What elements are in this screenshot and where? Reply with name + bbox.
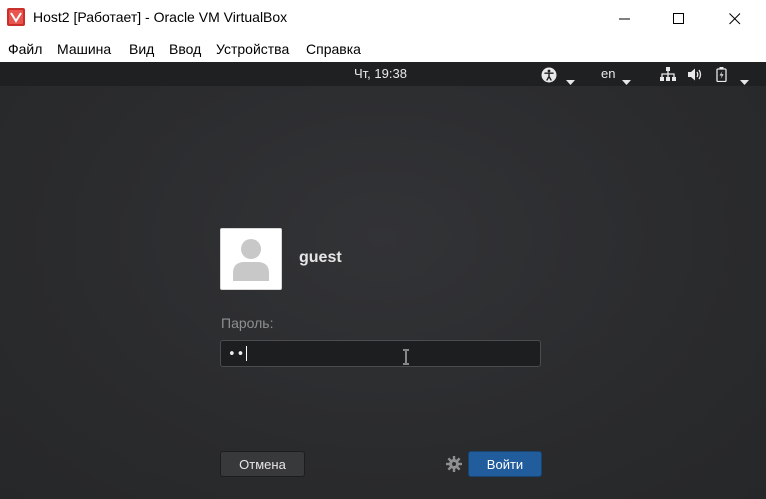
language-menu-chevron-down-icon[interactable] [622, 71, 631, 90]
login-button[interactable]: Войти [468, 451, 542, 477]
gear-icon[interactable] [446, 456, 462, 476]
menubar: Файл Машина Вид Ввод Устройства Справка [0, 37, 766, 63]
guest-topbar: Чт, 19:38 en [0, 62, 766, 86]
accessibility-icon[interactable] [541, 67, 557, 87]
close-icon [729, 12, 741, 25]
text-caret [246, 346, 248, 361]
login-button-label: Войти [486, 456, 524, 472]
avatar [220, 228, 282, 290]
user-icon [221, 229, 281, 289]
maximize-button[interactable] [656, 0, 702, 37]
clock[interactable]: Чт, 19:38 [354, 66, 407, 81]
password-value: •• [228, 347, 246, 362]
virtualbox-icon [7, 8, 25, 26]
window-title: Host2 [Работает] - Oracle VM VirtualBox [33, 9, 288, 25]
password-label: Пароль: [221, 315, 274, 331]
cancel-button-label: Отмена [239, 456, 286, 472]
network-icon[interactable] [660, 67, 676, 86]
menu-view[interactable]: Вид [129, 41, 154, 57]
menu-help[interactable]: Справка [306, 41, 361, 57]
minimize-button[interactable] [602, 0, 648, 37]
menu-machine[interactable]: Машина [57, 41, 111, 57]
cancel-button[interactable]: Отмена [220, 451, 305, 477]
username: guest [299, 249, 342, 266]
maximize-icon [673, 12, 685, 25]
menu-devices[interactable]: Устройства [216, 41, 289, 57]
menu-file[interactable]: Файл [8, 41, 42, 57]
language-indicator[interactable]: en [601, 66, 615, 81]
volume-icon[interactable] [687, 67, 703, 86]
battery-icon[interactable] [716, 67, 727, 86]
system-menu-chevron-down-icon[interactable] [740, 71, 749, 90]
window-titlebar: Host2 [Работает] - Oracle VM VirtualBox [0, 0, 766, 37]
minimize-icon [619, 13, 631, 25]
guest-screen: Чт, 19:38 en guest Пароль: •• Отмена Вой… [0, 62, 766, 499]
ibeam-cursor-icon [402, 349, 410, 369]
menu-input[interactable]: Ввод [169, 41, 201, 57]
accessibility-menu-chevron-down-icon[interactable] [566, 71, 575, 90]
password-field[interactable]: •• [220, 340, 541, 367]
close-button[interactable] [712, 0, 758, 37]
